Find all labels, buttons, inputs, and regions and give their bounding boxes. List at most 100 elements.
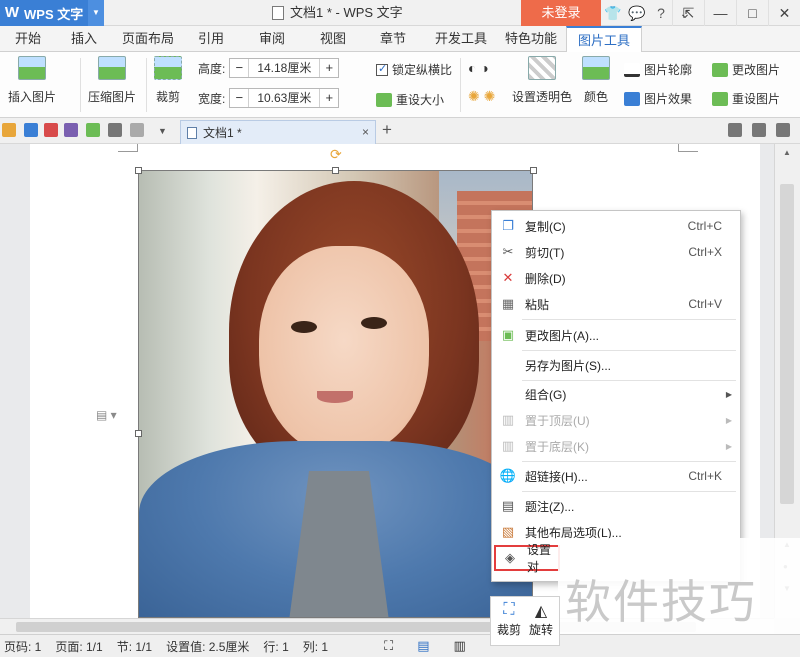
divider xyxy=(146,58,147,112)
scroll-up-icon[interactable]: ▲ xyxy=(783,148,791,157)
tab-review[interactable]: 审阅 xyxy=(238,26,306,52)
redo-icon[interactable] xyxy=(130,123,144,137)
maximize-icon[interactable]: □ xyxy=(736,0,768,26)
crop-button[interactable]: 裁剪 xyxy=(154,56,182,105)
checkbox-checked-icon xyxy=(376,62,388,76)
new-tab-button[interactable]: + xyxy=(382,120,392,140)
skin-icon[interactable] xyxy=(728,123,742,137)
menu-item-paste[interactable]: ▦ 粘贴 Ctrl+V xyxy=(492,291,740,317)
menu-item-shortcut: Ctrl+K xyxy=(688,469,722,483)
picture-outline-button[interactable]: 图片轮廓 xyxy=(624,61,692,78)
close-tab-icon[interactable]: × xyxy=(362,125,369,139)
help-icon[interactable]: ? xyxy=(649,5,673,21)
menu-item-cut[interactable]: ✂ 剪切(T) Ctrl+X xyxy=(492,239,740,265)
menu-item-bring-to-front[interactable]: ▥ 置于顶层(U) ▶ xyxy=(492,407,740,433)
picture-effect-button[interactable]: 图片效果 xyxy=(624,90,692,107)
margin-corner-top-right xyxy=(678,144,698,152)
menu-item-hyperlink[interactable]: 🌐 超链接(H)... Ctrl+K xyxy=(492,463,740,489)
outline-view-icon[interactable]: ▥ xyxy=(454,638,466,654)
menu-item-copy[interactable]: ❐ 复制(C) Ctrl+C xyxy=(492,213,740,239)
mini-crop-button[interactable]: ⛶ 裁剪 xyxy=(497,601,521,638)
print-preview-icon[interactable] xyxy=(86,123,100,137)
width-increase-button[interactable]: + xyxy=(320,89,338,107)
insert-picture-button[interactable]: 插入图片 xyxy=(8,56,56,105)
undo-icon[interactable] xyxy=(108,123,122,137)
color-button[interactable]: 颜色 xyxy=(582,56,610,105)
selected-picture[interactable] xyxy=(138,170,533,618)
document-tab[interactable]: 文档1 * × xyxy=(180,120,376,144)
contrast-icon[interactable]: ✺ ✺ xyxy=(468,88,495,105)
menu-item-delete[interactable]: ✕ 删除(D) xyxy=(492,265,740,291)
export-pdf-icon[interactable] xyxy=(44,123,58,137)
width-row: 宽度: − 10.63厘米 + xyxy=(198,88,340,108)
width-stepper[interactable]: − 10.63厘米 + xyxy=(229,88,340,108)
document-icon xyxy=(187,126,197,139)
minimize-icon[interactable]: — xyxy=(704,0,736,26)
reset-size-button[interactable]: 重设大小 xyxy=(376,91,444,108)
context-menu: ❐ 复制(C) Ctrl+C ✂ 剪切(T) Ctrl+X ✕ 删除(D) ▦ … xyxy=(491,210,741,582)
width-decrease-button[interactable]: − xyxy=(230,89,248,107)
status-section: 节: 1/1 xyxy=(116,639,153,654)
tab-developer[interactable]: 开发工具 xyxy=(426,26,496,52)
insert-picture-label: 插入图片 xyxy=(8,90,57,104)
crop-icon: ⛶ xyxy=(503,601,515,618)
tab-special[interactable]: 特色功能 xyxy=(496,26,566,52)
resize-handle[interactable] xyxy=(332,167,339,174)
brightness-icon[interactable]: ◐ ◑ xyxy=(468,60,489,76)
chevron-down-icon[interactable]: ▼ xyxy=(88,0,104,26)
paste-icon: ▦ xyxy=(501,296,515,311)
expand-icon[interactable] xyxy=(776,123,790,137)
tab-insert[interactable]: 插入 xyxy=(56,26,112,52)
print-icon[interactable] xyxy=(64,123,78,137)
rotate-handle-icon[interactable]: ⟳ xyxy=(330,146,342,163)
login-button[interactable]: 未登录 xyxy=(521,0,601,26)
tab-chapter[interactable]: 章节 xyxy=(360,26,426,52)
settings-icon[interactable] xyxy=(752,123,766,137)
change-picture-icon: ▣ xyxy=(501,327,515,342)
tab-references[interactable]: 引用 xyxy=(184,26,238,52)
menu-item-save-as-picture[interactable]: 另存为图片(S)... xyxy=(492,352,740,378)
menu-item-change-picture[interactable]: ▣ 更改图片(A)... xyxy=(492,322,740,348)
vertical-scroll-thumb[interactable] xyxy=(780,184,794,504)
chat-icon[interactable]: 💬 xyxy=(625,5,649,22)
change-picture-label: 更改图片 xyxy=(732,63,781,77)
height-field[interactable]: 14.18厘米 xyxy=(248,59,321,77)
menu-item-label: 题注(Z)... xyxy=(525,499,575,514)
height-decrease-button[interactable]: − xyxy=(230,59,248,77)
lock-ratio-checkbox[interactable]: 锁定纵横比 xyxy=(376,61,452,78)
change-picture-button[interactable]: 更改图片 xyxy=(712,61,780,78)
copy-icon: ❐ xyxy=(502,218,514,233)
close-icon[interactable]: ✕ xyxy=(768,0,800,26)
width-field[interactable]: 10.63厘米 xyxy=(248,89,321,107)
menu-item-format-object[interactable]: ◈ 设置对 xyxy=(494,543,560,574)
reset-picture-button[interactable]: 重设图片 xyxy=(712,90,780,107)
set-transparent-button[interactable]: 设置透明色 xyxy=(512,56,572,105)
compress-picture-button[interactable]: 压缩图片 xyxy=(88,56,136,105)
menu-item-send-to-back[interactable]: ▥ 置于底层(K) ▶ xyxy=(492,433,740,459)
resize-handle[interactable] xyxy=(530,167,537,174)
menu-item-caption[interactable]: ▤ 题注(Z)... xyxy=(492,493,740,519)
save-icon[interactable] xyxy=(24,123,38,137)
menu-item-group[interactable]: 组合(G) ▶ xyxy=(492,381,740,407)
open-icon[interactable] xyxy=(2,123,16,137)
rotate-icon: ◭ xyxy=(534,603,548,620)
tab-page-layout[interactable]: 页面布局 xyxy=(112,26,184,52)
fullscreen-icon[interactable]: ⛶ xyxy=(384,638,393,654)
page-view-icon[interactable]: ▤ xyxy=(417,638,429,654)
height-stepper[interactable]: − 14.18厘米 + xyxy=(229,58,340,78)
app-menu-button[interactable]: W WPS 文字 ▼ xyxy=(0,0,104,26)
menu-item-label: 置于底层(K) xyxy=(525,439,589,454)
outline-icon xyxy=(624,62,640,77)
mini-rotate-button[interactable]: ◭ 旋转 xyxy=(529,601,553,638)
resize-handle[interactable] xyxy=(135,167,142,174)
shirt-icon[interactable]: 👕 xyxy=(601,5,625,22)
resize-handle[interactable] xyxy=(135,430,142,437)
chevron-down-icon[interactable]: ▼ xyxy=(158,126,172,140)
menu-item-label: 设置对 xyxy=(527,543,552,574)
document-tab-label: 文档1 * xyxy=(203,126,242,140)
height-increase-button[interactable]: + xyxy=(320,59,338,77)
tab-view[interactable]: 视图 xyxy=(306,26,360,52)
tab-start[interactable]: 开始 xyxy=(0,26,56,52)
restore-window-icon[interactable]: ⇱ xyxy=(672,0,704,26)
tab-picture-tools[interactable]: 图片工具 xyxy=(566,26,642,53)
